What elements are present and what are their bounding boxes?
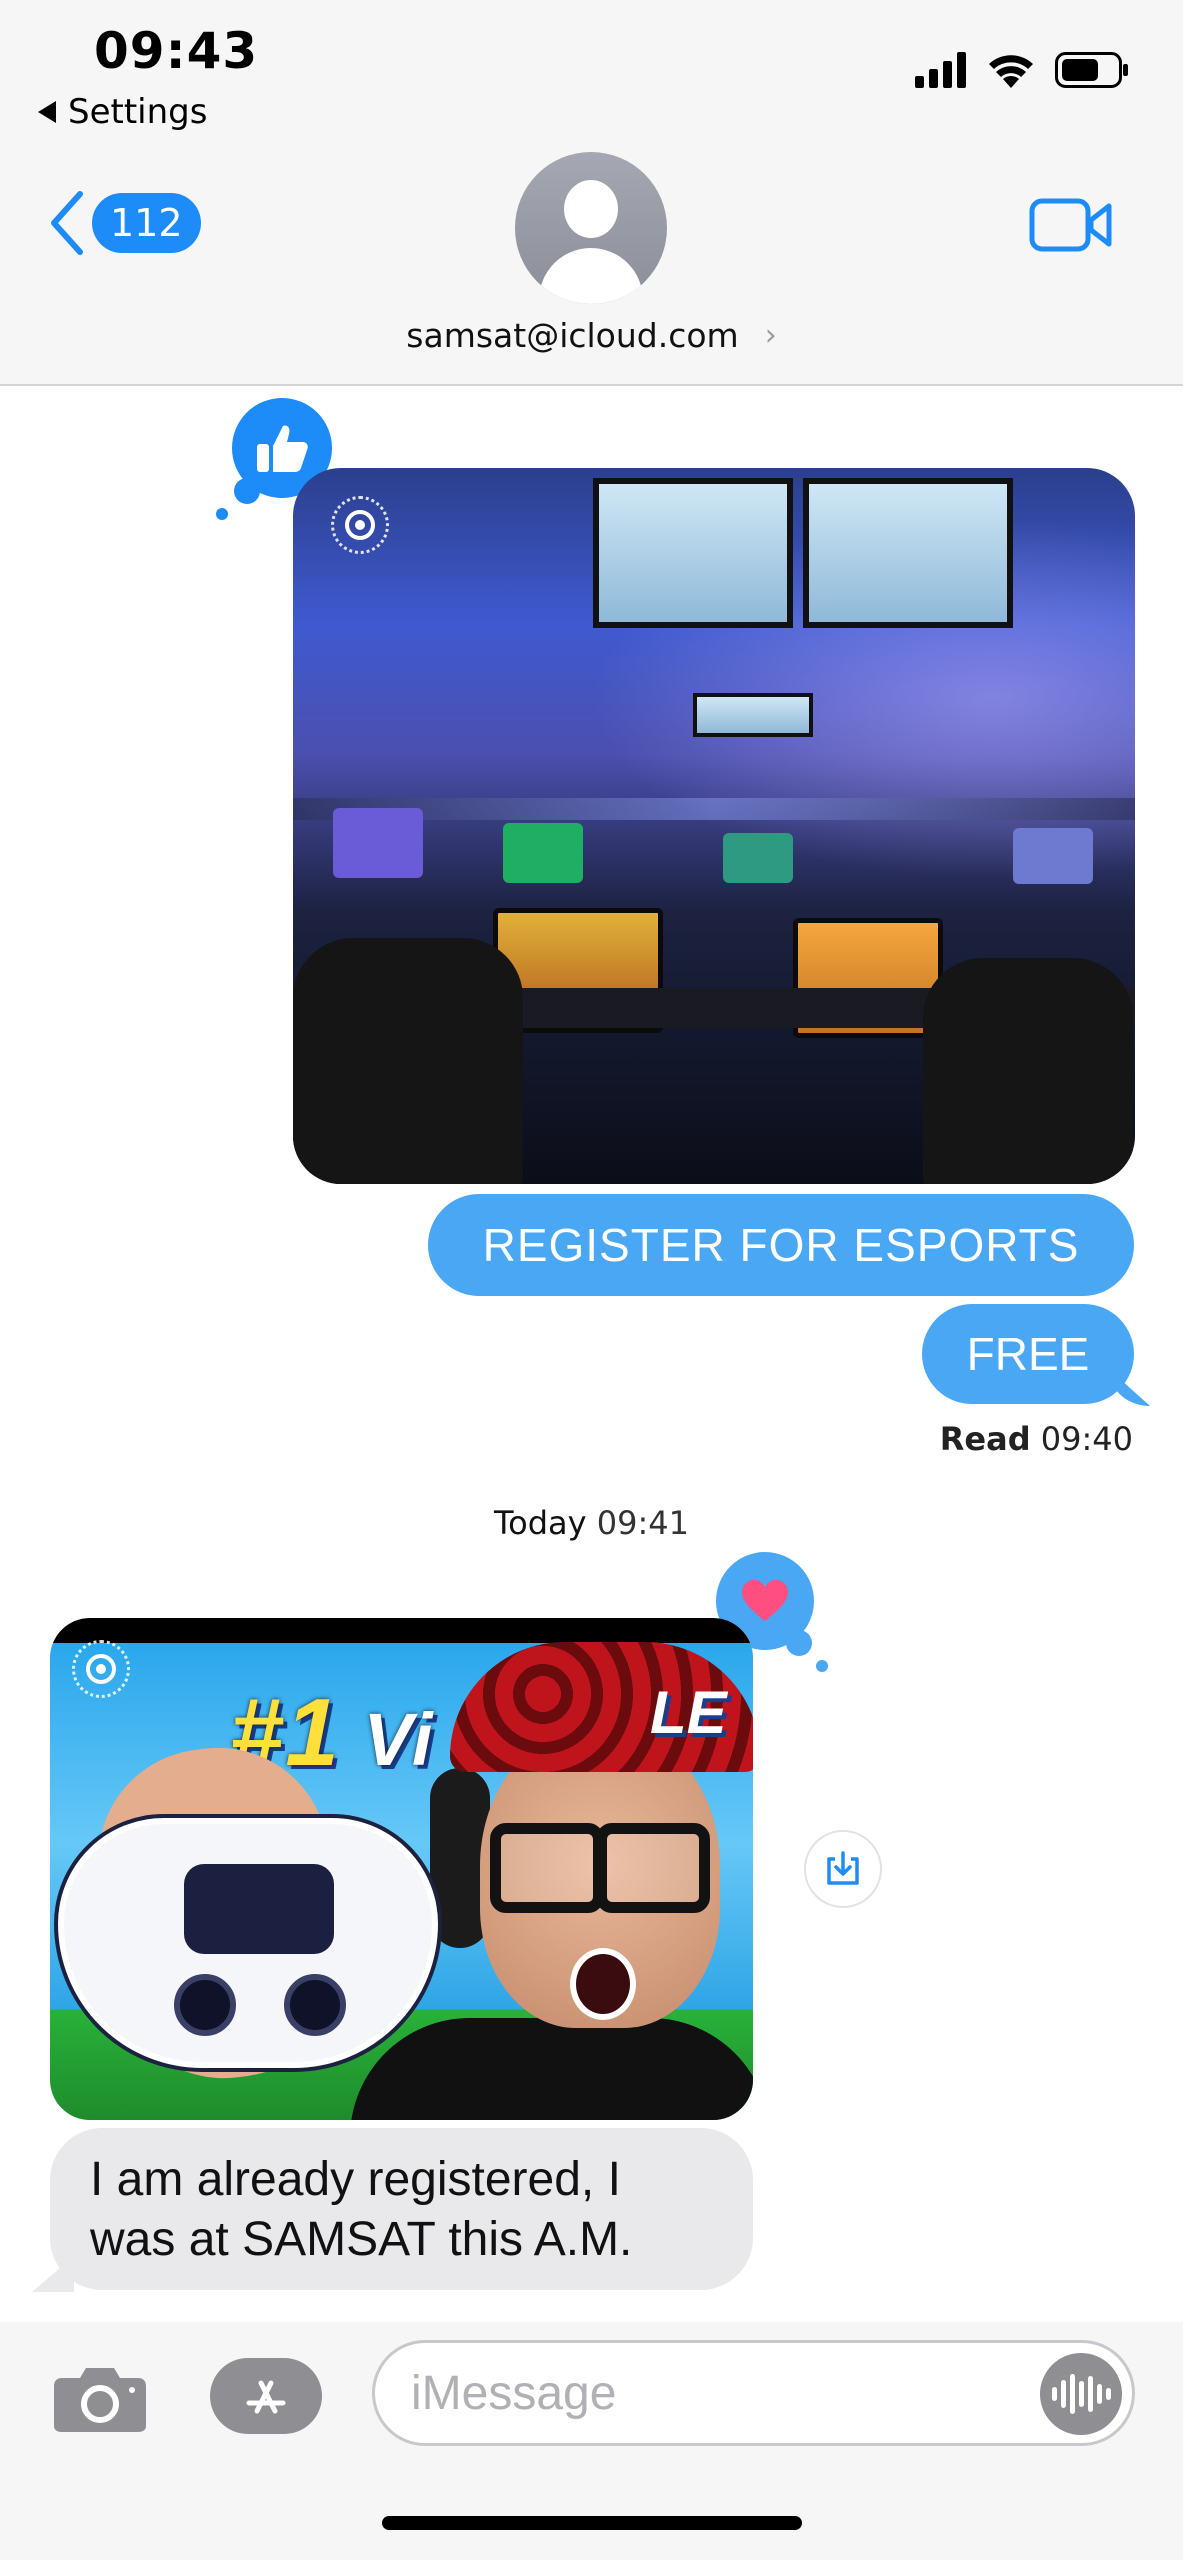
back-triangle-icon bbox=[38, 101, 56, 123]
status-icons bbox=[915, 52, 1129, 88]
gamer-thumbnail-image[interactable]: #1 Vi LE bbox=[50, 1618, 753, 2120]
pc-screen bbox=[333, 808, 423, 878]
bubble-tail bbox=[32, 2256, 74, 2292]
contact-name-button[interactable]: samsat@icloud.com › bbox=[0, 316, 1183, 355]
waveform-bar bbox=[1078, 2381, 1084, 2407]
read-time: 09:40 bbox=[1040, 1420, 1133, 1458]
day-time: 09:41 bbox=[596, 1504, 689, 1542]
back-to-conversations-button[interactable]: 112 bbox=[48, 190, 201, 256]
avatar-body-shape bbox=[539, 248, 643, 304]
back-wall-monitor bbox=[693, 693, 813, 737]
game-controller bbox=[58, 1818, 438, 2068]
ceiling-monitor-right bbox=[803, 478, 1013, 628]
gaming-chair bbox=[293, 938, 523, 1184]
live-photo-icon bbox=[72, 1640, 130, 1698]
message-input-bar: iMessage bbox=[0, 2322, 1183, 2560]
back-to-settings-link[interactable]: Settings bbox=[38, 92, 207, 132]
waveform-bar bbox=[1051, 2387, 1057, 2401]
day-timestamp: Today 09:41 bbox=[0, 1504, 1183, 1542]
back-app-label: Settings bbox=[68, 92, 208, 132]
wifi-icon bbox=[989, 55, 1033, 88]
tapback-tail-dot-small bbox=[816, 1660, 828, 1672]
day-label: Today bbox=[494, 1504, 587, 1542]
read-receipt: Read 09:40 bbox=[940, 1420, 1133, 1458]
camera-icon bbox=[54, 2368, 146, 2432]
waveform-bar bbox=[1087, 2376, 1093, 2412]
thumbnail-title-start: Vi bbox=[363, 1698, 435, 1781]
ceiling-monitor-left bbox=[593, 478, 793, 628]
controller-stick bbox=[284, 1974, 346, 2036]
person-shirt bbox=[350, 2018, 753, 2120]
pc-screen bbox=[503, 823, 583, 883]
contact-avatar[interactable] bbox=[515, 152, 667, 304]
received-message-bubble[interactable]: I am already registered, I was at SAMSAT… bbox=[32, 2128, 753, 2292]
esports-lab-photo[interactable] bbox=[293, 468, 1135, 1184]
download-icon bbox=[827, 1851, 859, 1885]
facetime-video-button[interactable] bbox=[1029, 196, 1113, 258]
controller-touchpad bbox=[184, 1864, 334, 1954]
status-time: 09:43 bbox=[94, 22, 259, 80]
waveform-bar bbox=[1069, 2374, 1075, 2414]
app-store-button[interactable] bbox=[210, 2358, 322, 2434]
signal-icon bbox=[915, 52, 966, 88]
imessage-input[interactable]: iMessage bbox=[372, 2340, 1135, 2446]
read-label: Read bbox=[939, 1420, 1031, 1458]
thumbnail-title-end: LE bbox=[650, 1679, 727, 1746]
tapback-tail-dot-small bbox=[216, 508, 228, 520]
open-mouth bbox=[570, 1948, 636, 2020]
live-photo-icon bbox=[331, 496, 389, 554]
contact-name: samsat@icloud.com bbox=[406, 316, 739, 355]
camera-button[interactable] bbox=[52, 2362, 148, 2438]
app-store-icon bbox=[246, 2380, 286, 2414]
pc-screen bbox=[1013, 828, 1093, 884]
unread-count-badge: 112 bbox=[92, 193, 201, 253]
conversation-header: 09:43 Settings 112 samsat@icloud.com › bbox=[0, 0, 1183, 386]
thumbs-up-icon bbox=[257, 425, 308, 472]
waveform-bar bbox=[1060, 2380, 1066, 2408]
battery-icon bbox=[1055, 52, 1128, 88]
pc-screen bbox=[723, 833, 793, 883]
glasses bbox=[490, 1823, 710, 1913]
tapback-tail-dot bbox=[786, 1630, 812, 1656]
heart-icon bbox=[742, 1580, 788, 1621]
chevron-left-icon bbox=[51, 191, 83, 255]
sent-message-bubble[interactable]: REGISTER FOR ESPORTS bbox=[428, 1194, 1134, 1296]
audio-message-button[interactable] bbox=[1040, 2353, 1122, 2435]
sent-message-text: FREE bbox=[966, 1328, 1090, 1380]
avatar-head-shape bbox=[564, 180, 618, 238]
controller-stick bbox=[174, 1974, 236, 2036]
bubble-tail bbox=[1110, 1370, 1150, 1406]
video-camera-icon bbox=[1029, 198, 1112, 252]
home-indicator[interactable] bbox=[382, 2516, 802, 2530]
gaming-chair bbox=[923, 958, 1133, 1184]
chevron-right-icon: › bbox=[764, 318, 777, 353]
save-image-button[interactable] bbox=[804, 1830, 882, 1908]
sent-message-bubble[interactable]: FREE bbox=[922, 1304, 1150, 1406]
tapback-tail-dot bbox=[234, 478, 260, 504]
waveform-bar bbox=[1105, 2388, 1111, 2400]
received-message-text: I am already registered, I was at SAMSAT… bbox=[90, 2153, 633, 2266]
waveform-bar bbox=[1096, 2384, 1102, 2404]
imessage-placeholder: iMessage bbox=[411, 2366, 617, 2420]
